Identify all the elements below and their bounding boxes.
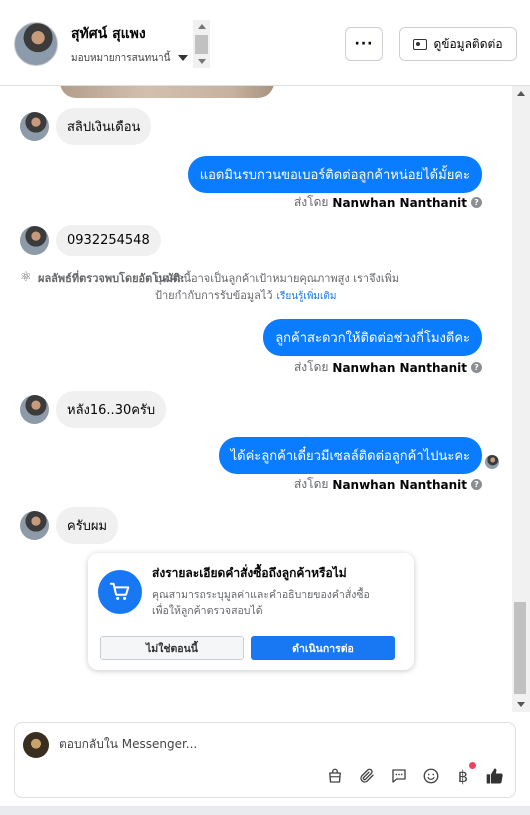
auto-detection-text-line2: ป้ายกำกับการรับข้อมูลไว้ เรียนรู้เพิ่มเติ… — [155, 287, 337, 305]
contact-avatar[interactable] — [14, 22, 58, 66]
sender-avatar[interactable] — [20, 395, 49, 424]
view-contact-info-button[interactable]: ดูข้อมูลติดต่อ — [399, 27, 517, 61]
more-options-button[interactable]: ··· — [345, 27, 383, 61]
header-scrollbar[interactable] — [193, 20, 210, 68]
scrollbar-thumb[interactable] — [514, 602, 526, 694]
scrollbar-thumb[interactable] — [195, 35, 208, 54]
learn-more-link[interactable]: เรียนรู้เพิ่มเติม — [277, 291, 337, 302]
sender-avatar[interactable] — [20, 112, 49, 141]
bottom-divider — [0, 806, 530, 815]
incoming-message-row: 0932254548 — [20, 225, 161, 256]
sent-by-label: ส่งโดย Nanwhan Nanthanit ? — [294, 358, 482, 377]
thread-scrollbar[interactable] — [512, 86, 530, 712]
order-card-description-line1: คุณสามารถระบุมูลค่าและคำอธิบายของคำสั่งซ… — [152, 589, 370, 601]
incoming-message-bubble[interactable]: สลิปเงินเดือน — [56, 108, 152, 145]
assign-conversation-label[interactable]: มอบหมายการสนทนานี้ — [71, 51, 170, 66]
sender-name: Nanwhan Nanthanit — [332, 195, 467, 210]
sent-by-prefix: ส่งโดย — [293, 195, 329, 209]
sent-by-prefix: ส่งโดย — [293, 360, 329, 374]
id-card-icon — [413, 38, 428, 50]
conversation-header: สุทัศน์ สุแพง มอบหมายการสนทนานี้ ··· ดูข… — [0, 0, 530, 86]
emoji-icon[interactable] — [421, 766, 441, 786]
order-card-description-line2: เพื่อให้ลูกค้าตรวจสอบได้ — [152, 605, 263, 617]
help-icon[interactable]: ? — [471, 362, 482, 373]
incoming-message-bubble[interactable]: 0932254548 — [56, 225, 161, 256]
page-avatar — [23, 732, 49, 758]
continue-button[interactable]: ดำเนินการต่อ — [251, 636, 395, 660]
order-card-description: คุณสามารถระบุมูลค่าและคำอธิบายของคำสั่งซ… — [152, 587, 402, 619]
incoming-message-row: ครับผม — [20, 507, 119, 544]
attachment-icon[interactable] — [357, 766, 377, 786]
incoming-message-row: สลิปเงินเดือน — [20, 108, 152, 145]
scroll-down-arrow-icon[interactable] — [198, 59, 206, 64]
not-now-button[interactable]: ไม่ใช่ตอนนี้ — [100, 636, 244, 660]
sender-name: Nanwhan Nanthanit — [332, 477, 467, 492]
contact-name[interactable]: สุทัศน์ สุแพง — [71, 23, 146, 45]
thumbs-up-icon[interactable] — [485, 766, 505, 786]
baht-symbol-icon: ฿ — [457, 766, 469, 786]
atom-icon: ⚛ — [20, 270, 32, 285]
notification-dot — [469, 762, 476, 769]
scroll-down-arrow-icon[interactable] — [517, 702, 525, 707]
scroll-up-arrow-icon[interactable] — [517, 91, 525, 96]
payment-baht-icon[interactable]: ฿ — [453, 762, 476, 786]
outgoing-message-bubble[interactable]: ได้ค่ะลูกค้าเดี๋ยวมีเซลล์ติดต่อลูกค้าไปน… — [218, 437, 482, 474]
reply-input[interactable] — [59, 737, 479, 751]
incoming-message-bubble[interactable]: ครับผม — [56, 507, 119, 544]
order-card-title: ส่งรายละเอียดคำสั่งซื้อถึงลูกค้าหรือไม่ — [152, 566, 347, 580]
saved-replies-icon[interactable] — [389, 766, 409, 786]
order-details-card: ส่งรายละเอียดคำสั่งซื้อถึงลูกค้าหรือไม่ … — [88, 553, 414, 670]
incoming-message-row: หลัง16..30ครับ — [20, 391, 167, 428]
outgoing-message-bubble[interactable]: ลูกค้าสะดวกให้ติดต่อช่วงกี่โมงดีคะ — [263, 319, 482, 356]
seen-receipt-avatar — [485, 455, 499, 469]
help-icon[interactable]: ? — [471, 479, 482, 490]
message-thread[interactable]: สลิปเงินเดือน แอดมินรบกวนขอเบอร์ติดต่อลู… — [0, 86, 512, 712]
shopping-cart-icon — [109, 582, 130, 600]
scroll-up-arrow-icon[interactable] — [198, 24, 206, 29]
chevron-down-icon[interactable] — [178, 55, 188, 61]
sender-avatar[interactable] — [20, 511, 49, 540]
auto-detection-text-line2-content: ป้ายกำกับการรับข้อมูลไว้ — [155, 289, 273, 302]
composer-toolbar: ฿ — [325, 762, 505, 786]
view-contact-info-label: ดูข้อมูลติดต่อ — [433, 36, 503, 51]
sent-by-label: ส่งโดย Nanwhan Nanthanit ? — [294, 475, 482, 494]
more-icon: ··· — [354, 36, 374, 52]
sent-by-label: ส่งโดย Nanwhan Nanthanit ? — [294, 193, 482, 212]
cart-badge — [98, 570, 142, 614]
reply-composer: ฿ — [14, 722, 516, 798]
help-icon[interactable]: ? — [471, 197, 482, 208]
outgoing-message-bubble[interactable]: แอดมินรบกวนขอเบอร์ติดต่อลูกค้าหน่อยได้มั… — [187, 156, 482, 193]
shared-image-partial[interactable] — [60, 86, 274, 98]
sender-name: Nanwhan Nanthanit — [332, 360, 467, 375]
auto-detection-text-line1: บุคคลนี้อาจเป็นลูกค้าเป้าหมายคุณภาพสูง เ… — [155, 272, 400, 285]
sender-avatar[interactable] — [20, 226, 49, 255]
incoming-message-bubble[interactable]: หลัง16..30ครับ — [56, 391, 167, 428]
sent-by-prefix: ส่งโดย — [293, 477, 329, 491]
shop-bag-icon[interactable] — [325, 766, 345, 786]
